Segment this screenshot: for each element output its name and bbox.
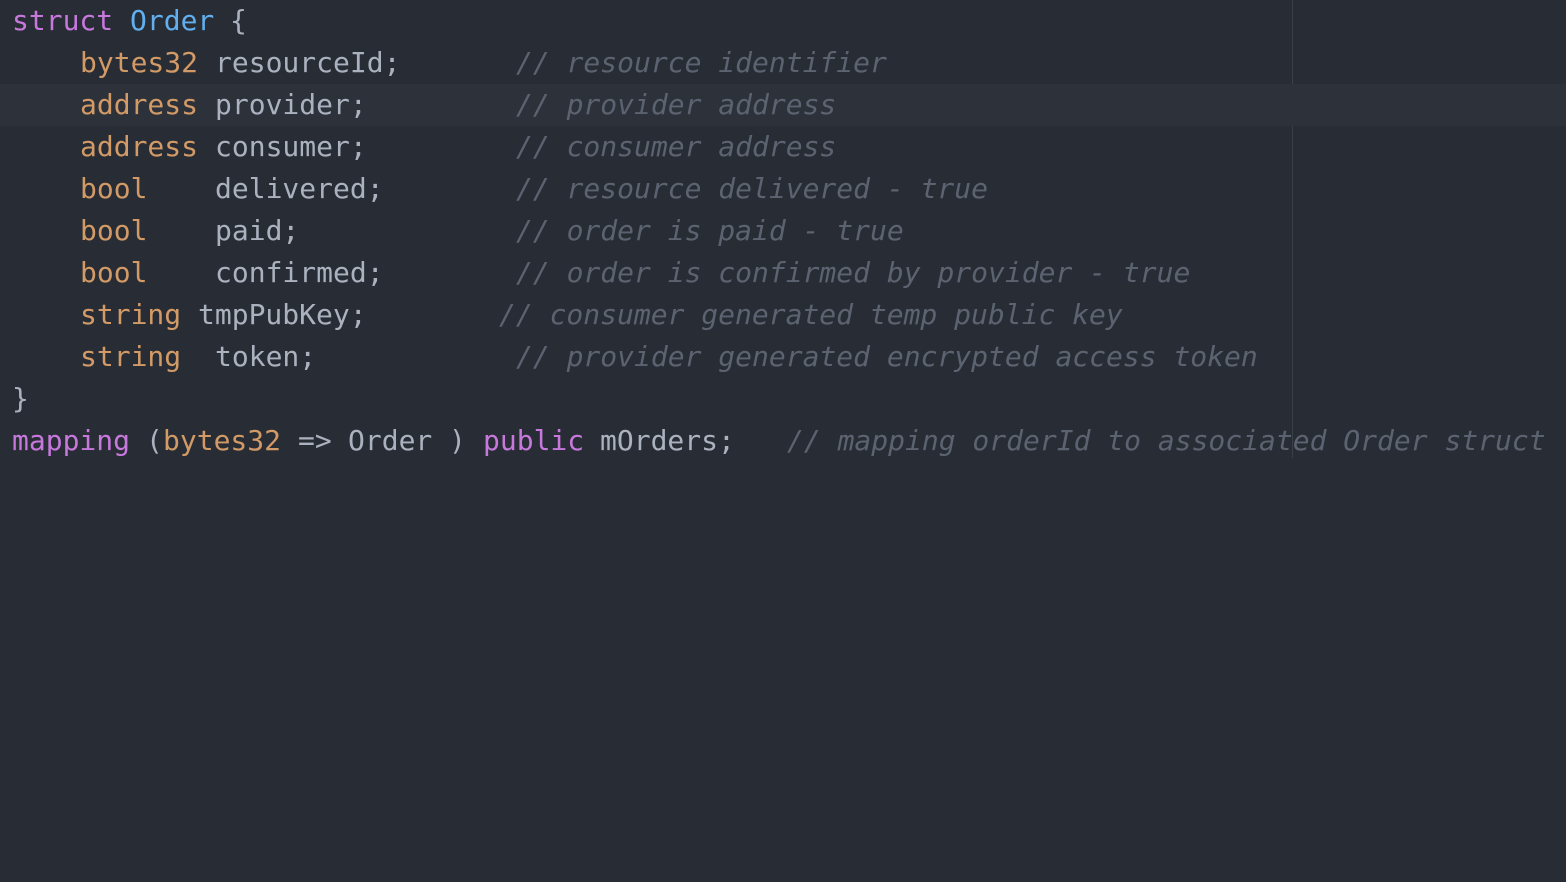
field-comment: // order is paid - true xyxy=(516,214,904,247)
code-line-provider[interactable]: address provider; // provider address xyxy=(0,84,1566,126)
mapping-keyword: mapping xyxy=(12,424,131,457)
code-line-mapping[interactable]: mapping ( bytes32 => Order ) public mOrd… xyxy=(0,420,1566,462)
code-line-delivered[interactable]: bool delivered; // resource delivered - … xyxy=(0,168,1566,210)
code-line-consumer[interactable]: address consumer; // consumer address xyxy=(0,126,1566,168)
code-line-struct-declaration[interactable]: struct Order { xyxy=(0,0,1566,42)
code-editor[interactable]: struct Order { bytes32 resourceId; // re… xyxy=(0,0,1566,458)
mapping-comment: // mapping orderId to associated Order s… xyxy=(787,424,1546,457)
field-name: provider; xyxy=(215,88,367,121)
close-brace: } xyxy=(12,382,29,415)
field-name: resourceId; xyxy=(215,46,401,79)
open-brace: { xyxy=(230,4,247,37)
field-type: address xyxy=(80,88,199,121)
variable-name: mOrders; xyxy=(600,424,735,457)
field-name: paid; xyxy=(215,214,300,247)
field-comment: // resource delivered - true xyxy=(516,172,989,205)
code-line-confirmed[interactable]: bool confirmed; // order is confirmed by… xyxy=(0,252,1566,294)
open-paren: ( xyxy=(146,424,163,457)
code-line-paid[interactable]: bool paid; // order is paid - true xyxy=(0,210,1566,252)
public-keyword: public xyxy=(483,424,585,457)
field-name: token; xyxy=(215,340,317,373)
field-type: string xyxy=(80,298,182,331)
code-line-token[interactable]: string token; // provider generated encr… xyxy=(0,336,1566,378)
field-type: bool xyxy=(80,256,148,289)
field-name: confirmed; xyxy=(215,256,384,289)
field-type: bytes32 xyxy=(80,46,199,79)
field-type: bool xyxy=(80,214,148,247)
struct-name: Order xyxy=(130,4,215,37)
field-comment: // provider generated encrypted access t… xyxy=(516,340,1258,373)
field-type: bool xyxy=(80,172,148,205)
field-comment: // order is confirmed by provider - true xyxy=(516,256,1191,289)
struct-keyword: struct xyxy=(12,4,114,37)
field-comment: // provider address xyxy=(516,88,837,121)
code-line-close-brace[interactable]: } xyxy=(0,378,1566,420)
field-name: consumer; xyxy=(215,130,367,163)
field-name: tmpPubKey; xyxy=(198,298,367,331)
code-line-resourceid[interactable]: bytes32 resourceId; // resource identifi… xyxy=(0,42,1566,84)
field-type: string xyxy=(80,340,182,373)
field-name: delivered; xyxy=(215,172,384,205)
close-paren: ) xyxy=(449,424,466,457)
field-comment: // consumer generated temp public key xyxy=(499,298,1123,331)
field-comment: // consumer address xyxy=(516,130,837,163)
key-type: bytes32 xyxy=(163,424,282,457)
field-comment: // resource identifier xyxy=(516,46,887,79)
code-line-tmppubkey[interactable]: string tmpPubKey; // consumer generated … xyxy=(0,294,1566,336)
mapping-arrow: => xyxy=(298,424,332,457)
field-type: address xyxy=(80,130,199,163)
value-type: Order xyxy=(348,424,433,457)
